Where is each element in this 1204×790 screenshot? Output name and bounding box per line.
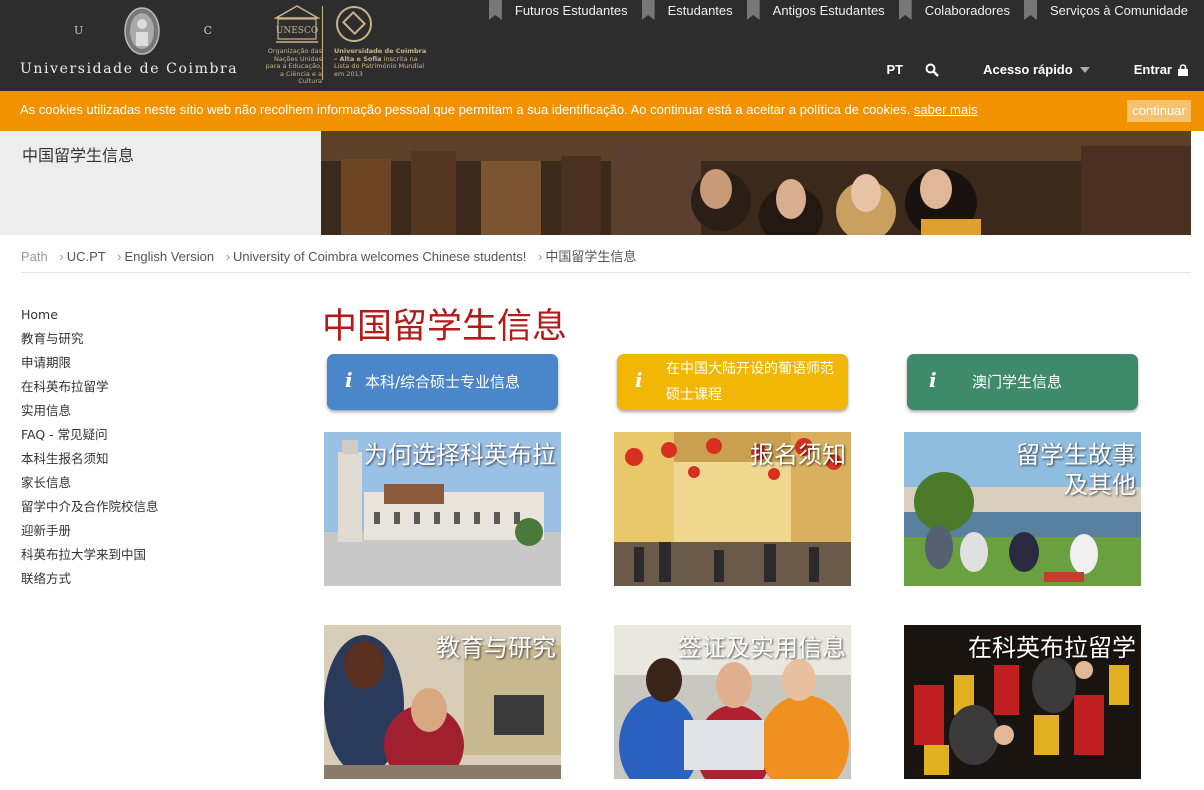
tile-caption: 签证及实用信息 [678, 634, 846, 662]
language-switch[interactable]: PT [886, 62, 903, 77]
sidebar-item-practical-info[interactable]: 实用信息 [21, 401, 159, 425]
breadcrumb-item-current: 中国留学生信息 [545, 249, 637, 264]
teacher-masters-button[interactable]: i 在中国大陆开设的葡语师范硕士课程 [617, 354, 848, 410]
macau-students-label: 澳门学生信息 [972, 373, 1063, 391]
macau-students-button[interactable]: i 澳门学生信息 [907, 354, 1138, 410]
programs-info-label: 本科/综合硕士专业信息 [365, 373, 521, 391]
site-header: U C Universidade de Coimbra UNESCO Organ… [0, 0, 1204, 91]
tile-study-in-coimbra[interactable]: 在科英布拉留学 [904, 625, 1141, 779]
unesco-block: UNESCO Organização das Nações Unidas par… [258, 4, 430, 85]
breadcrumb-item-welcome[interactable]: University of Coimbra welcomes Chinese s… [233, 249, 526, 264]
tile-caption: 教育与研究 [436, 634, 556, 662]
login-label: Entrar [1133, 62, 1172, 77]
sidebar-item-study-in-coimbra[interactable]: 在科英布拉留学 [21, 377, 159, 401]
sidebar-item-faq[interactable]: FAQ - 常见疑问 [21, 425, 159, 449]
search-icon [925, 63, 939, 77]
unesco-divider [322, 6, 323, 80]
cookie-banner: As cookies utilizadas neste sítio web nã… [0, 91, 1204, 131]
nav-students[interactable]: Estudantes [642, 0, 733, 22]
info-icon: i [635, 368, 643, 392]
cookie-message: As cookies utilizadas neste sítio web nã… [20, 102, 911, 117]
library-students-photo [321, 131, 1191, 235]
sidebar-item-welcome-guide[interactable]: 迎新手册 [21, 521, 159, 545]
breadcrumb-path-label: Path [21, 249, 48, 264]
utility-nav: PT Acesso rápido Entrar [864, 62, 1188, 77]
sidebar-item-uc-in-china[interactable]: 科英布拉大学来到中国 [21, 545, 159, 569]
university-name: Universidade de Coimbra [20, 61, 239, 77]
sidebar-item-undergrad-application[interactable]: 本科生报名须知 [21, 449, 159, 473]
tile-caption: 为何选择科英布拉 [364, 441, 556, 469]
logo-letter-u: U [74, 24, 86, 37]
tile-visa-practical[interactable]: 签证及实用信息 [614, 625, 851, 779]
nav-future-students[interactable]: Futuros Estudantes [489, 0, 628, 22]
cookie-continue-button[interactable]: continuar [1127, 100, 1191, 122]
cookie-text: As cookies utilizadas neste sítio web nã… [20, 102, 977, 117]
tile-caption: 留学生故事及其他 [1016, 441, 1136, 499]
teacher-masters-label: 在中国大陆开设的葡语师范硕士课程 [666, 361, 834, 403]
lock-icon [1178, 63, 1188, 76]
nav-alumni[interactable]: Antigos Estudantes [747, 0, 885, 22]
breadcrumb-separator: › [59, 249, 64, 264]
sidebar-item-deadlines[interactable]: 申请期限 [21, 353, 159, 377]
breadcrumb-separator: › [538, 249, 543, 264]
banner-title: 中国留学生信息 [22, 146, 135, 165]
svg-text:UNESCO: UNESCO [276, 26, 318, 36]
tile-caption: 报名须知 [750, 441, 846, 469]
sidebar-item-parents[interactable]: 家长信息 [21, 473, 159, 497]
quick-access-dropdown[interactable]: Acesso rápido [961, 62, 1090, 77]
breadcrumb-divider [21, 272, 1191, 273]
quick-access-label: Acesso rápido [983, 62, 1073, 77]
sidebar-menu: Home 教育与研究 申请期限 在科英布拉留学 实用信息 FAQ - 常见疑问 … [21, 305, 159, 593]
university-seal-icon [124, 7, 160, 55]
sidebar-item-contacts[interactable]: 联络方式 [21, 569, 159, 593]
university-logo[interactable]: U C Universidade de Coimbra [20, 4, 245, 84]
audience-nav: Futuros Estudantes Estudantes Antigos Es… [475, 0, 1204, 22]
nav-staff[interactable]: Colaboradores [899, 0, 1010, 22]
unesco-org-text: Organização das Nações Unidas para a Edu… [265, 47, 322, 85]
breadcrumb-item-english[interactable]: English Version [124, 249, 214, 264]
info-icon: i [929, 368, 937, 392]
tile-education-research[interactable]: 教育与研究 [324, 625, 561, 779]
logo-letter-c: C [203, 24, 214, 37]
tile-student-stories[interactable]: 留学生故事及其他 [904, 432, 1141, 586]
breadcrumb-separator: › [225, 249, 231, 264]
page-title: 中国留学生信息 [322, 307, 568, 347]
tile-caption: 在科英布拉留学 [968, 634, 1136, 662]
sidebar-item-education-research[interactable]: 教育与研究 [21, 329, 159, 353]
tile-application-notes[interactable]: 报名须知 [614, 432, 851, 586]
banner-image [321, 131, 1191, 235]
world-heritage-icon [336, 6, 372, 42]
programs-info-button[interactable]: i 本科/综合硕士专业信息 [327, 354, 558, 410]
login-button[interactable]: Entrar [1112, 62, 1188, 77]
unesco-site-text: Universidade de Coimbra – Alta e Sofia i… [334, 47, 430, 78]
sidebar-item-agencies[interactable]: 留学中介及合作院校信息 [21, 497, 159, 521]
breadcrumb-separator: › [117, 249, 122, 264]
sidebar-item-home[interactable]: Home [21, 305, 159, 329]
breadcrumb-item-uc[interactable]: UC.PT [67, 249, 106, 264]
search-button[interactable] [925, 63, 939, 77]
nav-community-services[interactable]: Serviços à Comunidade [1024, 0, 1188, 22]
info-icon: i [345, 368, 353, 392]
unesco-logo-icon: UNESCO [274, 5, 320, 43]
tile-why-coimbra[interactable]: 为何选择科英布拉 [324, 432, 561, 586]
breadcrumb: Path › UC.PT › English Version › University… [21, 246, 636, 265]
chevron-down-icon [1079, 66, 1090, 73]
cookie-more-link[interactable]: saber mais [914, 102, 978, 117]
